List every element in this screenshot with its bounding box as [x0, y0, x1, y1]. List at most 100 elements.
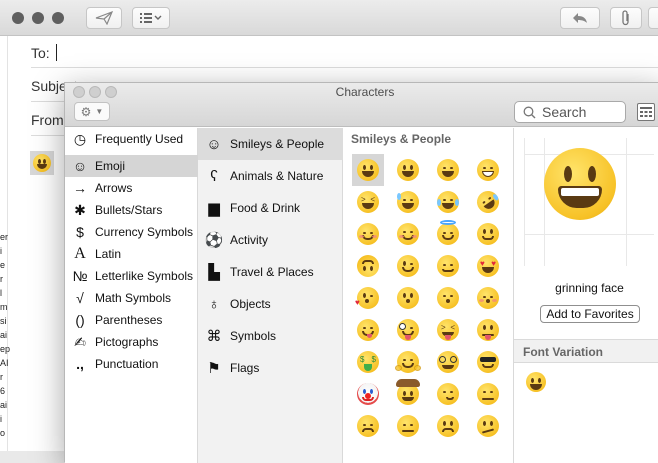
subcategory-smileys-people[interactable]: ☺ Smileys & People	[198, 128, 343, 160]
minimize-window-button[interactable]	[32, 12, 44, 24]
emoji-kissing-smiling-eyes-face[interactable]	[432, 282, 464, 314]
category-label: Parentheses	[95, 313, 163, 327]
emoji-disappointed-face[interactable]	[352, 410, 384, 442]
search-input[interactable]	[542, 104, 622, 120]
emoji-relaxed-face[interactable]	[352, 218, 384, 250]
bus-icon: ▙	[208, 264, 220, 281]
emoji-joy-face[interactable]	[432, 186, 464, 218]
send-button[interactable]	[86, 7, 122, 29]
category-arrows[interactable]: → Arrows	[65, 177, 198, 199]
preview-guide-line	[626, 138, 627, 266]
close-window-button[interactable]	[12, 12, 24, 24]
emoji-blush-face[interactable]	[392, 218, 424, 250]
emoji-relieved-face[interactable]	[432, 250, 464, 282]
emoji-sunglasses-face[interactable]	[472, 346, 504, 378]
yum-face-icon	[357, 319, 379, 341]
characters-titlebar: Characters ⚙ ▼	[65, 83, 658, 127]
emoji-hugging-face[interactable]	[392, 346, 424, 378]
pensive-face-icon	[397, 415, 419, 437]
header-fields-button[interactable]	[132, 7, 170, 29]
subcategory-activity[interactable]: ⚽ Activity	[198, 224, 343, 256]
attach-button[interactable]	[610, 7, 642, 29]
emoji-kissing-closed-eyes-face[interactable]	[472, 282, 504, 314]
character-name: grinning face	[555, 281, 624, 295]
emoji-grin-face[interactable]	[472, 154, 504, 186]
emoji-innocent-face[interactable]	[432, 218, 464, 250]
innocent-face-icon	[437, 220, 459, 245]
emoji-kissing-face[interactable]	[392, 282, 424, 314]
body-text-fragment: m	[0, 302, 8, 312]
emoji-yum-face[interactable]	[352, 314, 384, 346]
chevron-down-icon: ▼	[95, 107, 104, 116]
emoji-nerd-face[interactable]	[432, 346, 464, 378]
reply-button[interactable]	[560, 7, 600, 29]
search-field[interactable]	[514, 101, 626, 123]
to-field-cursor[interactable]	[56, 44, 57, 61]
emoji-cowboy-face[interactable]	[392, 378, 424, 410]
paper-plane-icon	[95, 11, 113, 25]
font-variation-header: Font Variation	[514, 339, 658, 363]
emoji-smile-face[interactable]	[432, 154, 464, 186]
list-icon	[140, 13, 162, 23]
category-bullets-stars[interactable]: ✱ Bullets/Stars	[65, 199, 198, 221]
emoji-crazy-face[interactable]	[392, 314, 424, 346]
zoom-window-button[interactable]	[52, 12, 64, 24]
emoji-pensive-face[interactable]	[392, 410, 424, 442]
emoji-rofl-face[interactable]	[472, 186, 504, 218]
category-list: ◷ Frequently Used ☺ Emoji → Arrows ✱ Bullets…	[65, 128, 198, 463]
emoji-grinning-face[interactable]	[352, 154, 384, 186]
add-to-favorites-button[interactable]: Add to Favorites	[540, 305, 640, 323]
body-text-fragment: si	[0, 316, 7, 326]
emoji-slight-smile-face[interactable]	[472, 218, 504, 250]
category-letterlike-symbols[interactable]: № Letterlike Symbols	[65, 265, 198, 287]
category-latin[interactable]: A Latin	[65, 243, 198, 265]
emoji-upside-down-face[interactable]	[352, 250, 384, 282]
subcategory-food-drink[interactable]: ▆ Food & Drink	[198, 192, 343, 224]
grid-section-header: Smileys & People	[351, 132, 452, 146]
category-parentheses[interactable]: () Parentheses	[65, 309, 198, 331]
smiley-face-icon	[397, 159, 419, 181]
emoji-money-mouth-face[interactable]: $ $	[352, 346, 384, 378]
emoji-heart-eyes-face[interactable]: ♥ ♥	[472, 250, 504, 282]
asterisk-icon: ✱	[74, 201, 86, 218]
photo-browser-button[interactable]	[648, 7, 658, 29]
grid-icon	[640, 107, 652, 117]
emoji-squinting-tongue-face[interactable]: > <	[432, 314, 464, 346]
subcategory-symbols[interactable]: ⌘ Symbols	[198, 320, 343, 352]
emoji-laughing-face[interactable]: > <	[352, 186, 384, 218]
emoji-smirk-face[interactable]	[432, 378, 464, 410]
emoji-confused-face[interactable]	[472, 410, 504, 442]
smiley-icon: ☺	[206, 135, 222, 153]
window-title: Characters	[335, 85, 395, 99]
category-emoji[interactable]: ☺ Emoji	[65, 155, 198, 177]
emoji-wink-face[interactable]	[392, 250, 424, 282]
subcategory-flags[interactable]: ⚑ Flags	[198, 352, 343, 384]
emoji-worried-face[interactable]	[432, 410, 464, 442]
inserted-emoji[interactable]	[30, 151, 54, 175]
pencil-icon: ✍	[74, 333, 86, 350]
emoji-unamused-face[interactable]	[472, 378, 504, 410]
category-punctuation[interactable]: ., Punctuation	[65, 353, 198, 375]
emoji-kissing-heart-face[interactable]: ♥	[352, 282, 384, 314]
category-math-symbols[interactable]: √ Math Symbols	[65, 287, 198, 309]
body-text-fragment: r	[0, 274, 3, 284]
category-pictographs[interactable]: ✍ Pictographs	[65, 331, 198, 353]
emoji-clown-face[interactable]	[352, 378, 384, 410]
category-currency-symbols[interactable]: $ Currency Symbols	[65, 221, 198, 243]
keyboard-grid-button[interactable]	[637, 103, 655, 121]
emoji-tongue-face[interactable]	[472, 314, 504, 346]
grinning-face-icon	[33, 154, 51, 172]
category-label: Bullets/Stars	[95, 203, 163, 217]
grinning-face-icon	[526, 372, 546, 392]
subcategory-travel-places[interactable]: ▙ Travel & Places	[198, 256, 343, 288]
subcategory-objects[interactable]: ♁ Objects	[198, 288, 343, 320]
action-menu-button[interactable]: ⚙ ▼	[74, 102, 110, 121]
emoji-smiley-face[interactable]	[392, 154, 424, 186]
font-variation-emoji[interactable]	[522, 368, 550, 396]
square-root-icon: √	[76, 290, 84, 306]
subcategory-label: Food & Drink	[230, 201, 301, 215]
category-frequently-used[interactable]: ◷ Frequently Used	[65, 128, 198, 150]
money-mouth-face-icon: $ $	[357, 351, 379, 373]
subcategory-animals-nature[interactable]: ʕ Animals & Nature	[198, 160, 343, 192]
emoji-sweat-smile-face[interactable]	[392, 186, 424, 218]
